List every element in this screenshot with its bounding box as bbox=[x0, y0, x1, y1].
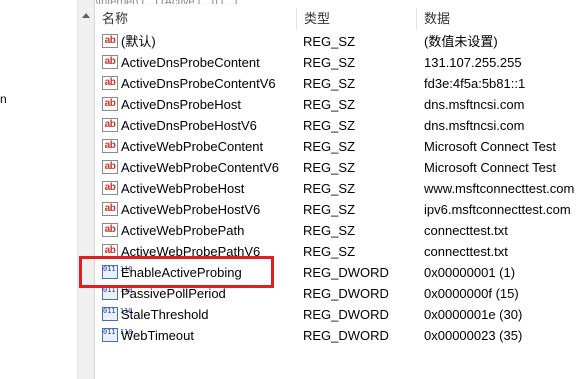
value-name-label: StaleThreshold bbox=[121, 307, 209, 322]
table-row[interactable]: ab ActiveDnsProbeHostV6 REG_SZ dns.msftncsi… bbox=[95, 115, 580, 136]
value-data-cell: fd3e:4f5a:5b81::1 bbox=[424, 76, 526, 91]
values-list-header: 名称 类型 数据 bbox=[95, 8, 580, 30]
string-value-icon: ab bbox=[102, 34, 118, 48]
value-type-cell: REG_DWORD bbox=[303, 286, 389, 301]
binary-value-icon: 011 110 bbox=[102, 286, 133, 300]
table-row[interactable]: 011 110 StaleThreshold REG_DWORD 0x0000001e… bbox=[95, 304, 580, 325]
column-header-data[interactable]: 数据 bbox=[417, 8, 580, 30]
value-name-label: ActiveDnsProbeContent bbox=[121, 55, 260, 70]
string-value-icon: ab bbox=[102, 223, 118, 237]
value-name-label: ActiveDnsProbeHost bbox=[121, 97, 241, 112]
value-type-cell: REG_SZ bbox=[303, 97, 356, 112]
registry-key-tree-pane[interactable]: n bbox=[0, 0, 77, 379]
table-row[interactable]: 011 110 WebTimeout REG_DWORD 0x00000023 (35… bbox=[95, 325, 580, 346]
value-name-label: ActiveWebProbePath bbox=[121, 223, 245, 238]
value-name-label: ActiveWebProbeContentV6 bbox=[121, 160, 280, 175]
value-type-cell: REG_SZ bbox=[303, 244, 356, 259]
value-name-label: ActiveDnsProbeContentV6 bbox=[121, 76, 276, 91]
binary-value-icon: 011 110 bbox=[102, 307, 133, 321]
value-type-cell: REG_SZ bbox=[303, 34, 356, 49]
value-type-cell: REG_SZ bbox=[303, 118, 356, 133]
table-row[interactable]: ab ActiveDnsProbeContent REG_SZ 131.107.255… bbox=[95, 52, 580, 73]
value-type-cell: REG_SZ bbox=[303, 202, 356, 217]
string-value-icon: ab bbox=[102, 118, 118, 132]
string-value-icon: ab bbox=[102, 55, 118, 69]
value-data-cell: connecttest.txt bbox=[424, 223, 508, 238]
value-name-label: ActiveWebProbeContent bbox=[121, 139, 264, 154]
string-value-icon: ab bbox=[102, 76, 118, 90]
registry-values-list: ab (默认) REG_SZ (数值未设置) ab ActiveDnsProbeConte… bbox=[95, 31, 580, 346]
binary-value-icon: 011 110 bbox=[102, 328, 133, 342]
value-name-label: ActiveWebProbeHost bbox=[121, 181, 245, 196]
value-data-cell: ipv6.msftconnecttest.com bbox=[424, 202, 571, 217]
string-value-icon: ab bbox=[102, 160, 118, 174]
value-type-cell: REG_SZ bbox=[303, 55, 356, 70]
table-row[interactable]: ab (默认) REG_SZ (数值未设置) bbox=[95, 31, 580, 52]
value-data-cell: Microsoft Connect Test bbox=[424, 139, 556, 154]
value-data-cell: www.msftconnecttest.com bbox=[424, 181, 575, 196]
column-header-name[interactable]: 名称 bbox=[95, 8, 297, 30]
value-data-cell: 0x00000023 (35) bbox=[424, 328, 523, 343]
value-name-label: ActiveDnsProbeHostV6 bbox=[121, 118, 257, 133]
value-data-cell: (数值未设置) bbox=[424, 34, 498, 49]
annotation-highlight-box bbox=[79, 256, 274, 288]
table-row[interactable]: ab ActiveWebProbeContentV6 REG_SZ Microsoft… bbox=[95, 157, 580, 178]
value-type-cell: REG_DWORD bbox=[303, 265, 389, 280]
value-data-cell: 0x0000001e (30) bbox=[424, 307, 523, 322]
tree-vertical-scrollbar[interactable] bbox=[77, 0, 95, 379]
value-type-cell: REG_SZ bbox=[303, 76, 356, 91]
value-data-cell: 0x00000001 (1) bbox=[424, 265, 516, 280]
string-value-icon: ab bbox=[102, 202, 118, 216]
value-name-label: (默认) bbox=[121, 34, 156, 49]
string-value-icon: ab bbox=[102, 139, 118, 153]
table-row[interactable]: ab ActiveWebProbeHost REG_SZ www.msftconnec… bbox=[95, 178, 580, 199]
value-type-cell: REG_SZ bbox=[303, 139, 356, 154]
table-row[interactable]: ab ActiveWebProbeContent REG_SZ Microsoft C… bbox=[95, 136, 580, 157]
value-data-cell: 131.107.255.255 bbox=[424, 55, 522, 70]
value-type-cell: REG_SZ bbox=[303, 160, 356, 175]
value-type-cell: REG_SZ bbox=[303, 181, 356, 196]
value-name-label: WebTimeout bbox=[121, 328, 194, 343]
value-type-cell: REG_DWORD bbox=[303, 328, 389, 343]
value-data-cell: connecttest.txt bbox=[424, 244, 508, 259]
value-data-cell: Microsoft Connect Test bbox=[424, 160, 556, 175]
value-type-cell: REG_SZ bbox=[303, 223, 356, 238]
tree-item-fragment[interactable]: n bbox=[0, 92, 7, 106]
table-row[interactable]: ab ActiveWebProbeHostV6 REG_SZ ipv6.msftcon… bbox=[95, 199, 580, 220]
value-type-cell: REG_DWORD bbox=[303, 307, 389, 322]
table-row[interactable]: ab ActiveDnsProbeHost REG_SZ dns.msftncsi.c… bbox=[95, 94, 580, 115]
cropped-address-text: \Internet\ (...) (Active (...)) (...) bbox=[95, 0, 580, 4]
scroll-up-arrow-icon[interactable] bbox=[82, 13, 90, 18]
value-data-cell: 0x0000000f (15) bbox=[424, 286, 519, 301]
value-data-cell: dns.msftncsi.com bbox=[424, 97, 525, 112]
string-value-icon: ab bbox=[102, 181, 118, 195]
column-header-type[interactable]: 类型 bbox=[297, 8, 417, 30]
table-row[interactable]: ab ActiveWebProbePath REG_SZ connecttest.tx… bbox=[95, 220, 580, 241]
value-name-label: ActiveWebProbeHostV6 bbox=[121, 202, 261, 217]
value-data-cell: dns.msftncsi.com bbox=[424, 118, 525, 133]
table-row[interactable]: ab ActiveDnsProbeContentV6 REG_SZ fd3e:4f5a… bbox=[95, 73, 580, 94]
string-value-icon: ab bbox=[102, 97, 118, 111]
